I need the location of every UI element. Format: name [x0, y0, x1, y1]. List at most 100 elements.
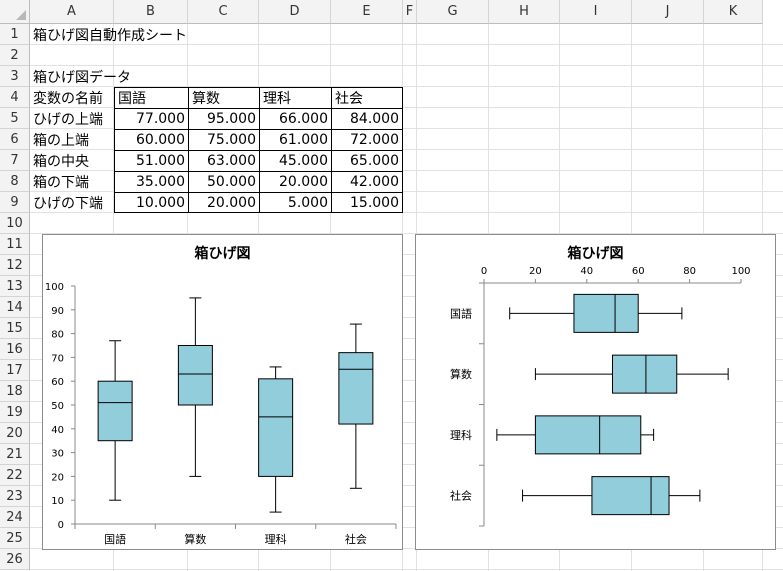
row-header-15[interactable]: 15 — [0, 318, 30, 339]
row-header-18[interactable]: 18 — [0, 381, 30, 402]
box-社会 — [338, 352, 374, 425]
row-header-9[interactable]: 9 — [0, 192, 30, 213]
row-header-17[interactable]: 17 — [0, 360, 30, 381]
select-all-corner[interactable] — [0, 0, 30, 24]
cell-D8[interactable]: 20.000 — [259, 171, 331, 192]
row-header-23[interactable]: 23 — [0, 486, 30, 507]
column-header-K[interactable]: K — [704, 0, 763, 24]
row-header-10[interactable]: 10 — [0, 213, 30, 234]
x-tick-label: 40 — [580, 266, 593, 277]
column-header-B[interactable]: B — [114, 0, 188, 24]
cell-E8[interactable]: 42.000 — [331, 171, 403, 192]
column-header-D[interactable]: D — [259, 0, 331, 24]
column-header-J[interactable]: J — [632, 0, 704, 24]
row-header-19[interactable]: 19 — [0, 402, 30, 423]
cell-D9[interactable]: 5.000 — [259, 192, 331, 213]
box-算数 — [177, 345, 213, 406]
box-理科 — [258, 378, 294, 477]
row-header-24[interactable]: 24 — [0, 507, 30, 528]
cell-B7[interactable]: 51.000 — [114, 150, 188, 171]
cell-D4[interactable]: 理科 — [259, 87, 331, 108]
cell-A1[interactable]: 箱ひげ図自動作成シート — [30, 24, 230, 45]
y-tick-label: 90 — [51, 306, 64, 317]
box-理科 — [534, 415, 642, 455]
cell-B9[interactable]: 10.000 — [114, 192, 188, 213]
row-header-21[interactable]: 21 — [0, 444, 30, 465]
column-header-G[interactable]: G — [417, 0, 489, 24]
cell-E6[interactable]: 72.000 — [331, 129, 403, 150]
cell-B5[interactable]: 77.000 — [114, 108, 188, 129]
y-tick-label: 20 — [51, 472, 64, 483]
cell-D6[interactable]: 61.000 — [259, 129, 331, 150]
y-category-label: 国語 — [450, 306, 472, 320]
y-tick-label: 60 — [51, 377, 64, 388]
row-header-8[interactable]: 8 — [0, 171, 30, 192]
row-header-11[interactable]: 11 — [0, 234, 30, 255]
y-category-label: 社会 — [450, 489, 472, 503]
cell-D7[interactable]: 45.000 — [259, 150, 331, 171]
row-header-20[interactable]: 20 — [0, 423, 30, 444]
y-category-label: 理科 — [450, 428, 472, 442]
row-header-26[interactable]: 26 — [0, 549, 30, 570]
cell-C6[interactable]: 75.000 — [188, 129, 259, 150]
column-header-E[interactable]: E — [331, 0, 403, 24]
x-tick-label: 100 — [731, 266, 750, 277]
row-header-2[interactable]: 2 — [0, 45, 30, 66]
cell-A9[interactable]: ひげの下端 — [30, 192, 114, 213]
row-header-22[interactable]: 22 — [0, 465, 30, 486]
cell-E9[interactable]: 15.000 — [331, 192, 403, 213]
cell-C5[interactable]: 95.000 — [188, 108, 259, 129]
cell-E4[interactable]: 社会 — [331, 87, 403, 108]
cell-B8[interactable]: 35.000 — [114, 171, 188, 192]
box-算数 — [612, 354, 678, 394]
row-header-14[interactable]: 14 — [0, 297, 30, 318]
y-tick-label: 70 — [51, 353, 64, 364]
vertical-boxplot-chart[interactable]: 箱ひげ図 0 10 20 30 40 50 60 70 80 90 100 国語 算数 理科 社会 — [42, 234, 403, 550]
row-header-4[interactable]: 4 — [0, 87, 30, 108]
cell-A4[interactable]: 変数の名前 — [30, 87, 114, 108]
column-header-I[interactable]: I — [560, 0, 632, 24]
x-category-label: 社会 — [345, 532, 367, 546]
row-header-7[interactable]: 7 — [0, 150, 30, 171]
column-header-F[interactable]: F — [403, 0, 417, 24]
spreadsheet[interactable]: ABCDEFGHIJK 1 2 3 4 5 6 7 8 9 10 11 12 13 14 15 16 17 18 1… — [0, 0, 783, 571]
row-header-12[interactable]: 12 — [0, 255, 30, 276]
cell-C7[interactable]: 63.000 — [188, 150, 259, 171]
row-header-13[interactable]: 13 — [0, 276, 30, 297]
cell-B4[interactable]: 国語 — [114, 87, 188, 108]
cell-A5[interactable]: ひげの上端 — [30, 108, 114, 129]
horizontal-boxplot-chart[interactable]: 箱ひげ図 0 20 40 60 80 100 国語 算数 理科 社会 — [415, 234, 776, 550]
column-header-A[interactable]: A — [30, 0, 114, 24]
cell-A3[interactable]: 箱ひげ図データ — [30, 66, 230, 87]
x-category-label: 算数 — [184, 532, 206, 546]
column-header-C[interactable]: C — [188, 0, 259, 24]
cell-C4[interactable]: 算数 — [188, 87, 259, 108]
horizontal-boxplot-svg: 0 20 40 60 80 100 国語算数理科社会 — [450, 266, 751, 527]
cell-C9[interactable]: 20.000 — [188, 192, 259, 213]
cell-A8[interactable]: 箱の下端 — [30, 171, 114, 192]
cell-A6[interactable]: 箱の上端 — [30, 129, 114, 150]
cell-B6[interactable]: 60.000 — [114, 129, 188, 150]
y-category-label: 算数 — [450, 367, 472, 381]
cell-E5[interactable]: 84.000 — [331, 108, 403, 129]
row-header-5[interactable]: 5 — [0, 108, 30, 129]
row-header-25[interactable]: 25 — [0, 528, 30, 549]
x-tick-label: 80 — [683, 266, 696, 277]
cell-D5[interactable]: 66.000 — [259, 108, 331, 129]
grid-line — [30, 569, 783, 570]
cell-A7[interactable]: 箱の中央 — [30, 150, 114, 171]
cell-C8[interactable]: 50.000 — [188, 171, 259, 192]
x-tick-label: 60 — [632, 266, 645, 277]
y-tick-label: 40 — [51, 425, 64, 436]
y-tick-label: 30 — [51, 449, 64, 460]
row-header-3[interactable]: 3 — [0, 66, 30, 87]
row-header-16[interactable]: 16 — [0, 339, 30, 360]
column-header-H[interactable]: H — [489, 0, 560, 24]
y-tick-label: 10 — [51, 496, 64, 507]
x-category-label: 国語 — [104, 532, 126, 546]
row-header-1[interactable]: 1 — [0, 24, 30, 45]
y-tick-label: 0 — [58, 520, 64, 531]
cell-E7[interactable]: 65.000 — [331, 150, 403, 171]
row-header-6[interactable]: 6 — [0, 129, 30, 150]
x-tick-label: 20 — [529, 266, 542, 277]
